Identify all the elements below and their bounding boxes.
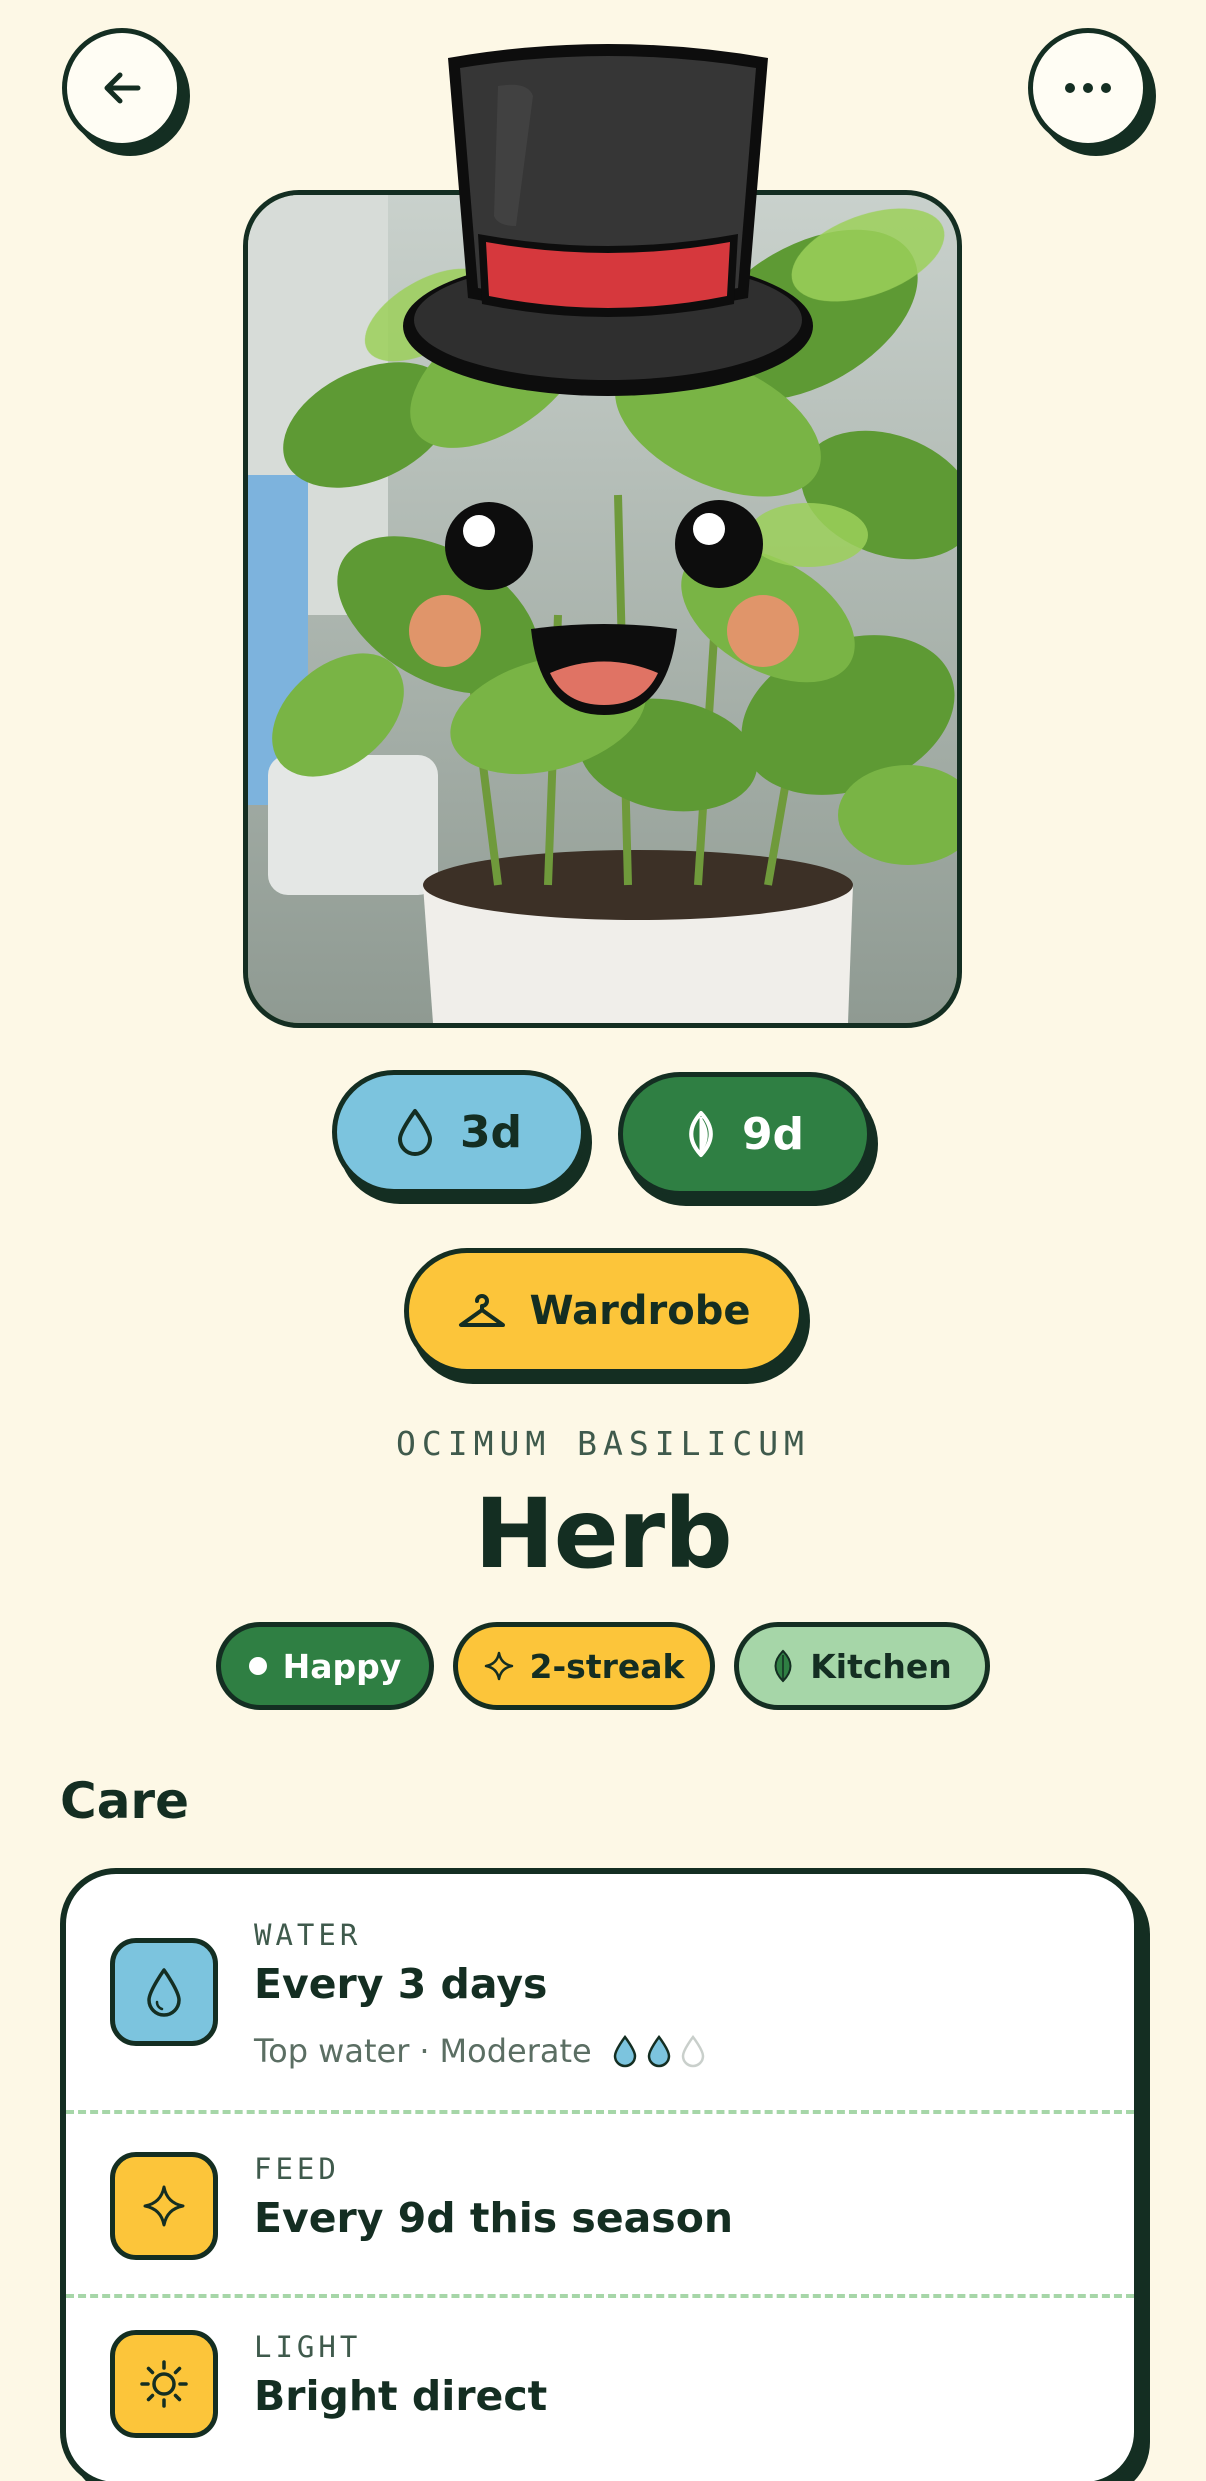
room-label: Kitchen <box>810 1646 952 1686</box>
water-method: Top water <box>254 2032 410 2070</box>
water-countdown-button[interactable]: 3d <box>332 1070 586 1194</box>
hanger-icon <box>459 1294 506 1327</box>
drop-filled-icon <box>613 2034 636 2068</box>
arrow-left-icon <box>104 72 141 104</box>
care-light-value: Bright direct <box>254 2372 548 2420</box>
more-options-button[interactable] <box>1028 28 1148 148</box>
streak-label: 2-streak <box>529 1646 685 1686</box>
care-card: WATER Every 3 days Top water · Moderate … <box>60 1868 1140 2481</box>
sparkle-icon <box>110 2152 218 2260</box>
care-row-water[interactable]: WATER Every 3 days Top water · Moderate <box>66 1874 1134 2112</box>
species-name: OCIMUM BASILICUM <box>396 1424 810 1463</box>
water-amount: Moderate <box>439 2032 592 2070</box>
plant-name: Herb <box>474 1478 733 1590</box>
drop-filled-icon <box>647 2034 670 2068</box>
care-light-label: LIGHT <box>254 2330 362 2364</box>
drop-empty-icon <box>681 2034 704 2068</box>
top-hat-accessory <box>403 44 813 396</box>
sparkle-icon <box>484 1651 513 1681</box>
water-amount-meter <box>612 2034 706 2068</box>
care-feed-value: Every 9d this season <box>254 2194 734 2242</box>
more-horizontal-icon <box>1065 83 1111 93</box>
care-water-detail: Top water · Moderate <box>254 2032 706 2070</box>
care-water-label: WATER <box>254 1918 362 1952</box>
sun-icon <box>110 2330 218 2438</box>
detail-separator: · <box>419 2032 430 2070</box>
wardrobe-button[interactable]: Wardrobe <box>404 1248 804 1374</box>
mood-tag: Happy <box>216 1622 434 1710</box>
care-row-light[interactable]: LIGHT Bright direct <box>66 2296 1134 2481</box>
room-tag: Kitchen <box>734 1622 990 1710</box>
mood-label: Happy <box>282 1646 402 1686</box>
back-button[interactable] <box>62 28 182 148</box>
plant-detail-screen: 3d 9d Wardrobe OCIMUM BASILICUM Herb Hap… <box>0 0 1206 2481</box>
wardrobe-label: Wardrobe <box>529 1288 751 1334</box>
feed-countdown-label: 9d <box>741 1108 805 1160</box>
leaf-icon <box>689 1111 713 1157</box>
water-drop-icon <box>110 1938 218 2046</box>
mood-dot-icon <box>248 1657 267 1675</box>
care-feed-label: FEED <box>254 2152 340 2186</box>
care-water-value: Every 3 days <box>254 1960 548 2008</box>
feed-countdown-button[interactable]: 9d <box>618 1072 872 1196</box>
care-row-feed[interactable]: FEED Every 9d this season <box>66 2112 1134 2296</box>
water-drop-icon <box>397 1109 432 1156</box>
streak-tag: 2-streak <box>453 1622 715 1710</box>
water-countdown-label: 3d <box>459 1106 523 1158</box>
care-section-title: Care <box>60 1772 190 1830</box>
leaf-icon <box>774 1649 792 1683</box>
